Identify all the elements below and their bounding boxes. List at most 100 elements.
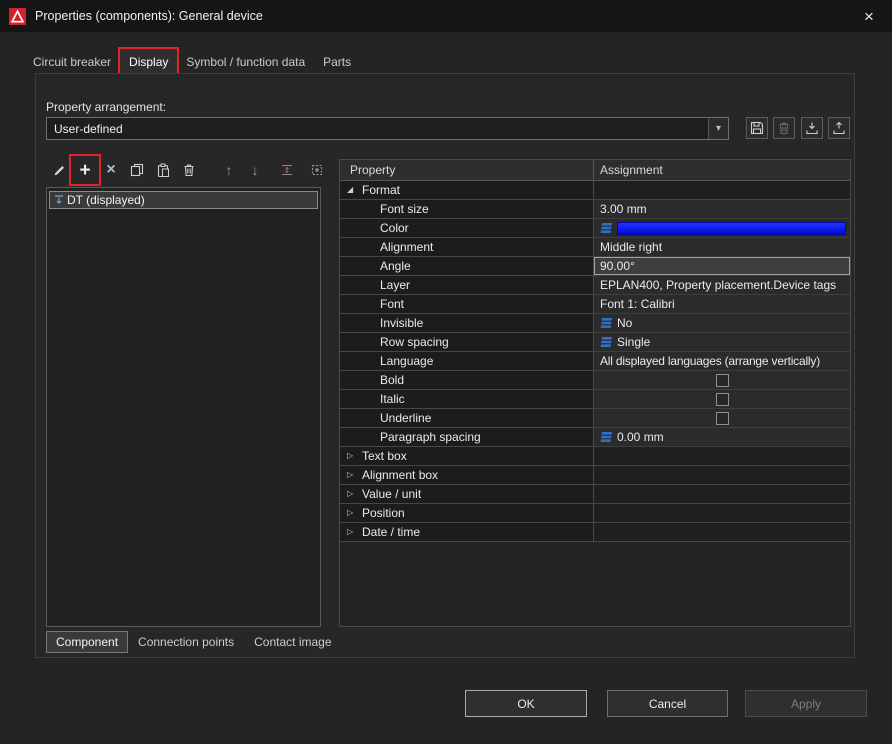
tab-contact-image[interactable]: Contact image (244, 631, 341, 653)
copy-icon (130, 163, 144, 177)
trash-button[interactable] (176, 157, 202, 183)
distribute-icon (280, 163, 294, 177)
override-icon (600, 223, 613, 234)
tab-symbol-function-data[interactable]: Symbol / function data (177, 49, 314, 73)
close-icon[interactable]: × (852, 0, 886, 32)
table-row-font-size[interactable]: Font size 3.00 mm (340, 200, 850, 219)
pencil-icon (52, 163, 67, 178)
tree-item-dt[interactable]: DT (displayed) (49, 191, 318, 209)
property-arrangement-label: Property arrangement: (46, 100, 166, 114)
cancel-button[interactable]: Cancel (607, 690, 728, 717)
italic-checkbox[interactable] (716, 393, 729, 406)
table-row-bold[interactable]: Bold (340, 371, 850, 390)
assignment-cell (594, 485, 850, 504)
property-cell: Color (340, 219, 594, 238)
insert-below-icon (53, 194, 65, 206)
table-row-format[interactable]: ◢Format (340, 181, 850, 200)
trash-icon (182, 163, 196, 177)
bottom-tab-bar: Component Connection points Contact imag… (46, 631, 342, 653)
table-row-alignment-box[interactable]: ▷Alignment box (340, 466, 850, 485)
assignment-cell (594, 390, 850, 409)
table-row-value-unit[interactable]: ▷Value / unit (340, 485, 850, 504)
tab-connection-points[interactable]: Connection points (128, 631, 244, 653)
table-row-date-time[interactable]: ▷Date / time (340, 523, 850, 542)
property-cell: Language (340, 352, 594, 371)
tab-bar: Circuit breaker Display Symbol / functio… (24, 49, 360, 73)
ok-button[interactable]: OK (465, 690, 587, 717)
property-cell: ◢Format (340, 181, 594, 200)
assignment-cell: 3.00 mm (594, 200, 850, 219)
delete-arrangement-button[interactable] (773, 117, 795, 139)
table-row-layer[interactable]: Layer EPLAN400, Property placement.Devic… (340, 276, 850, 295)
property-cell: ▷Date / time (340, 523, 594, 542)
color-swatch[interactable] (617, 222, 846, 235)
import-arrangement-button[interactable] (801, 117, 823, 139)
property-cell: Font (340, 295, 594, 314)
assignment-column-header: Assignment (594, 160, 850, 181)
save-arrangement-button[interactable] (746, 117, 768, 139)
upload-icon (832, 121, 846, 135)
collapsed-triangle-icon[interactable]: ▷ (347, 523, 353, 541)
assignment-cell (594, 409, 850, 428)
override-icon (600, 432, 613, 443)
apply-button[interactable]: Apply (745, 690, 867, 717)
table-row-alignment[interactable]: Alignment Middle right (340, 238, 850, 257)
eplan-logo-icon (9, 8, 26, 25)
delete-button[interactable]: × (98, 157, 124, 183)
assignment-cell (594, 447, 850, 466)
collapsed-triangle-icon[interactable]: ▷ (347, 447, 353, 465)
trash-icon (777, 121, 791, 135)
frame-button[interactable] (304, 157, 330, 183)
table-row-language[interactable]: Language All displayed languages (arrang… (340, 352, 850, 371)
property-cell: Layer (340, 276, 594, 295)
table-row-invisible[interactable]: Invisible No (340, 314, 850, 333)
property-cell: ▷Position (340, 504, 594, 523)
tab-display[interactable]: Display (120, 49, 177, 73)
assignment-cell: All displayed languages (arrange vertica… (594, 352, 850, 371)
edit-button[interactable] (46, 157, 72, 183)
chevron-down-icon[interactable]: ▾ (708, 118, 728, 139)
table-header: Property Assignment (340, 160, 850, 181)
export-arrangement-button[interactable] (828, 117, 850, 139)
underline-checkbox[interactable] (716, 412, 729, 425)
property-cell: Invisible (340, 314, 594, 333)
property-arrangement-value: User-defined (47, 122, 708, 136)
property-cell: Row spacing (340, 333, 594, 352)
table-row-angle[interactable]: Angle 90.00° (340, 257, 850, 276)
table-row-color[interactable]: Color (340, 219, 850, 238)
frame-icon (310, 163, 324, 177)
table-row-italic[interactable]: Italic (340, 390, 850, 409)
paste-button[interactable] (150, 157, 176, 183)
table-row-position[interactable]: ▷Position (340, 504, 850, 523)
add-button[interactable]: + (72, 157, 98, 183)
angle-value-field[interactable]: 90.00° (594, 257, 850, 276)
table-row-row-spacing[interactable]: Row spacing Single (340, 333, 850, 352)
displayed-properties-tree[interactable]: DT (displayed) (46, 187, 321, 627)
assignment-cell (594, 504, 850, 523)
assignment-cell (594, 181, 850, 200)
assignment-cell: Font 1: Calibri (594, 295, 850, 314)
expanded-triangle-icon[interactable]: ◢ (347, 181, 353, 199)
table-row-text-box[interactable]: ▷Text box (340, 447, 850, 466)
property-cell: Font size (340, 200, 594, 219)
copy-button[interactable] (124, 157, 150, 183)
property-arrangement-dropdown[interactable]: User-defined ▾ (46, 117, 729, 140)
tab-parts[interactable]: Parts (314, 49, 360, 73)
tab-component[interactable]: Component (46, 631, 128, 653)
collapsed-triangle-icon[interactable]: ▷ (347, 485, 353, 503)
assignment-cell: Single (594, 333, 850, 352)
move-up-button[interactable]: ↑ (216, 157, 242, 183)
table-row-paragraph-spacing[interactable]: Paragraph spacing 0.00 mm (340, 428, 850, 447)
assignment-cell (594, 466, 850, 485)
table-row-underline[interactable]: Underline (340, 409, 850, 428)
window-title: Properties (components): General device (35, 9, 263, 23)
tab-circuit-breaker[interactable]: Circuit breaker (24, 49, 120, 73)
property-table[interactable]: Property Assignment ◢Format Font size 3.… (339, 159, 851, 627)
assignment-cell: 0.00 mm (594, 428, 850, 447)
bold-checkbox[interactable] (716, 374, 729, 387)
distribute-button[interactable] (274, 157, 300, 183)
move-down-button[interactable]: ↓ (242, 157, 268, 183)
table-row-font[interactable]: Font Font 1: Calibri (340, 295, 850, 314)
collapsed-triangle-icon[interactable]: ▷ (347, 504, 353, 522)
collapsed-triangle-icon[interactable]: ▷ (347, 466, 353, 484)
